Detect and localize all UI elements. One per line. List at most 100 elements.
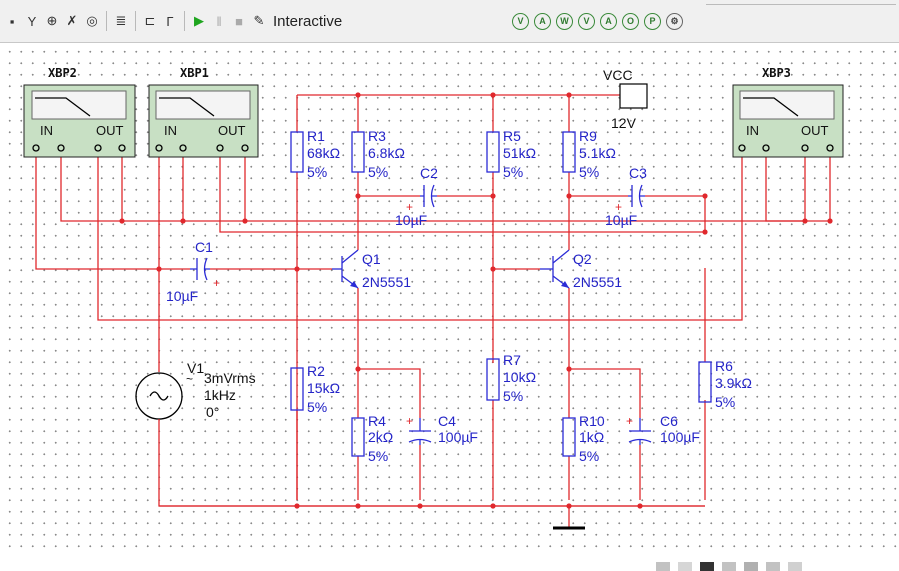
toolbar-separator [184,11,185,31]
ground-icon[interactable]: Γ [160,10,180,32]
probe-settings-icon[interactable]: P [644,12,661,30]
vcc-label: VCC [603,67,633,83]
digital-probe-icon[interactable]: O [622,12,639,30]
v1-phase: 0° [206,404,219,420]
r10-name: R10 [579,413,605,429]
r9-tol: 5% [579,164,599,180]
r9-name: R9 [579,128,597,144]
tilde-icon: ~ [186,372,193,386]
c4-polarity: + [406,414,413,428]
r7-tol: 5% [503,388,523,404]
bode-plotter-icon[interactable]: ◎ [82,10,102,32]
resistor-r5[interactable]: R5 51kΩ 5% [486,128,536,180]
c3-value: 10µF [605,212,637,228]
watermark [656,562,802,571]
v1-amp: 3mVrms [204,370,256,386]
c3-polarity: + [615,200,622,214]
wattmeter-icon[interactable]: ⊕ [42,10,62,32]
r7-name: R7 [503,352,521,368]
c1-value: 10µF [166,288,198,304]
power-probe-icon[interactable]: W [556,12,573,30]
differential-voltage-probe-icon[interactable]: V [578,12,595,30]
probe-toolbar: V A W V A O P ⚙ [512,10,688,32]
multimeter-icon[interactable]: ▪ [2,10,22,32]
toolbar-separator [106,11,107,31]
wires [35,94,831,528]
c1-name: C1 [195,239,213,255]
r1-value: 68kΩ [307,145,340,161]
gear-icon[interactable]: ⚙ [666,12,683,30]
c2-name: C2 [420,165,438,181]
sim-mode-label[interactable]: Interactive [273,13,342,30]
c6-name: C6 [660,413,678,429]
resistor-r4[interactable]: R4 2kΩ 5% [351,413,393,464]
bode-plotter-xbp3[interactable]: XBP3 IN OUT [732,66,844,158]
q2-name: Q2 [573,251,592,267]
v1-freq: 1kHz [204,387,236,403]
r7-value: 10kΩ [503,369,536,385]
reference-probe-icon[interactable]: A [600,12,617,30]
toolbar-separator [135,11,136,31]
stop-icon[interactable]: ■ [229,10,249,32]
wrench-icon: ✎ [253,13,265,28]
connector-icon[interactable]: ⊏ [140,10,160,32]
r4-name: R4 [368,413,386,429]
resistor-r3[interactable]: R3 6.8kΩ 5% [351,128,405,180]
r1-tol: 5% [307,164,327,180]
c3-name: C3 [629,165,647,181]
r5-tol: 5% [503,164,523,180]
capacitor-c1[interactable]: C1 10µF + [166,239,220,304]
capacitor-c6[interactable]: C6 100µF + [626,413,700,445]
r3-name: R3 [368,128,386,144]
resistor-r2[interactable]: R2 15kΩ 5% [290,363,340,415]
c1-polarity: + [213,276,220,290]
c2-polarity: + [406,200,413,214]
instrument-toolbar: ▪ Y ⊕ ✗ ◎ ≣ ⊏ Γ ▶ ‖ ■ ✎ Interactive [2,10,342,32]
xbp1-out-label: OUT [218,123,246,138]
xbp2-in-label: IN [40,123,53,138]
transistor-q2[interactable]: Q2 2N5551 [540,249,622,290]
ac-source-v1[interactable]: V1 ~ 3mVrms 1kHz 0° [135,360,256,431]
function-generator-icon[interactable]: Y [22,10,42,32]
r1-name: R1 [307,128,325,144]
resistor-r7[interactable]: R7 10kΩ 5% [486,352,536,404]
c6-value: 100µF [660,429,700,445]
r3-value: 6.8kΩ [368,145,405,161]
r6-tol: 5% [715,394,735,410]
probe-icon[interactable]: ≣ [111,10,131,32]
schematic: XBP2 IN OUT XBP1 IN OUT XBP3 IN OUT VCC … [23,66,844,530]
c4-value: 100µF [438,429,478,445]
xbp2-out-label: OUT [96,123,124,138]
voltage-probe-icon[interactable]: V [512,12,529,30]
resistor-r9[interactable]: R9 5.1kΩ 5% [562,128,616,180]
r5-name: R5 [503,128,521,144]
oscilloscope-icon[interactable]: ✗ [62,10,82,32]
resistor-r1[interactable]: R1 68kΩ 5% [290,128,340,180]
r2-tol: 5% [307,399,327,415]
r9-value: 5.1kΩ [579,145,616,161]
current-probe-icon[interactable]: A [534,12,551,30]
r3-tol: 5% [368,164,388,180]
q1-part: 2N5551 [362,274,411,290]
r5-value: 51kΩ [503,145,536,161]
run-icon[interactable]: ▶ [189,10,209,32]
toolbar: ▪ Y ⊕ ✗ ◎ ≣ ⊏ Γ ▶ ‖ ■ ✎ Interactive V A … [0,0,899,43]
xbp3-title: XBP3 [762,66,791,80]
bode-plotter-xbp2[interactable]: XBP2 IN OUT [23,66,136,158]
r2-value: 15kΩ [307,380,340,396]
r10-value: 1kΩ [579,429,604,445]
xbp3-out-label: OUT [801,123,829,138]
resistor-r6[interactable]: R6 3.9kΩ 5% [698,358,752,410]
capacitor-c4[interactable]: C4 100µF + [406,413,478,445]
r4-tol: 5% [368,448,388,464]
transistor-q1[interactable]: Q1 2N5551 [332,249,411,290]
xbp3-in-label: IN [746,123,759,138]
sine-wave-icon [149,391,169,401]
bode-plotter-xbp1[interactable]: XBP1 IN OUT [148,66,259,158]
q1-name: Q1 [362,251,381,267]
schematic-canvas[interactable]: XBP2 IN OUT XBP1 IN OUT XBP3 IN OUT VCC … [0,43,899,571]
pause-icon[interactable]: ‖ [209,10,229,32]
resistor-r10[interactable]: R10 1kΩ 5% [562,413,605,464]
vcc-source[interactable]: VCC 12V [603,67,648,131]
r6-name: R6 [715,358,733,374]
